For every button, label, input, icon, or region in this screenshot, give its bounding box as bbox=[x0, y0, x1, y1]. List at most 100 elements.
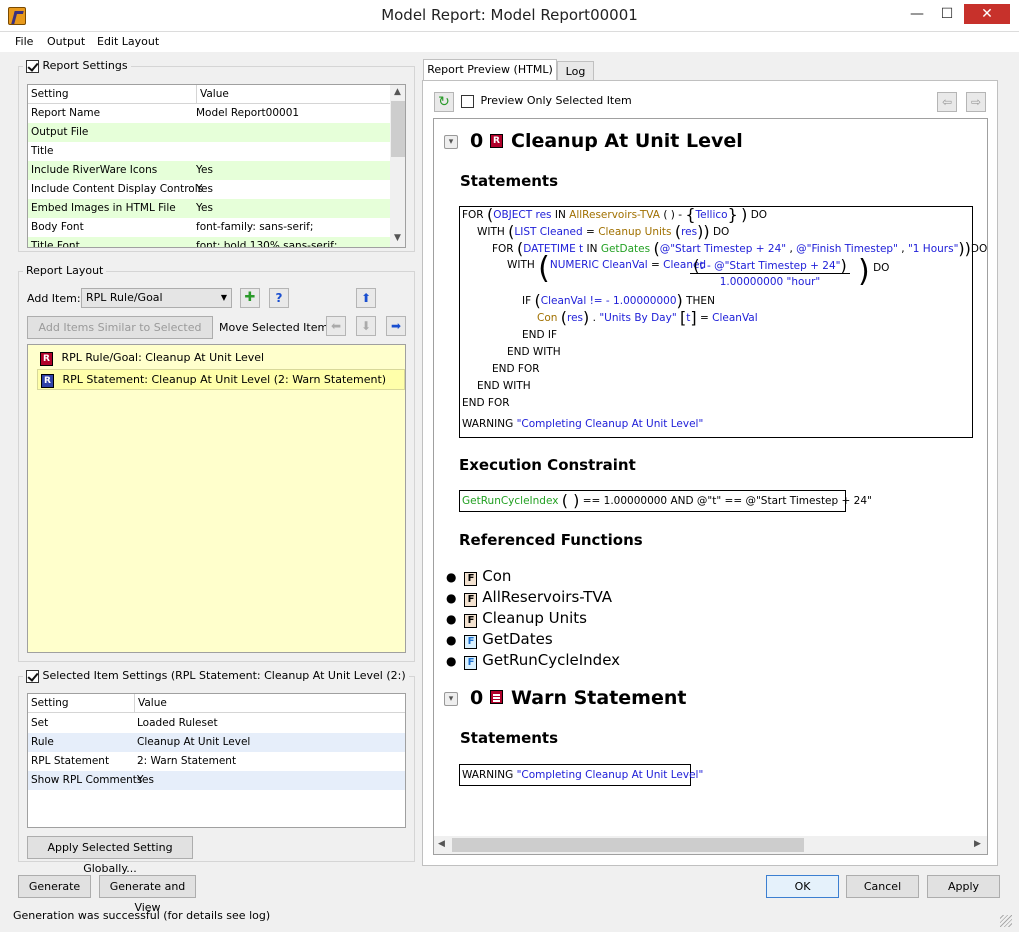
execution-constraint-heading: Execution Constraint bbox=[459, 456, 636, 474]
add-item-dropdown[interactable]: RPL Rule/Goal ▼ bbox=[81, 288, 232, 308]
cancel-button[interactable]: Cancel bbox=[846, 875, 919, 898]
setting-cell: Output File bbox=[31, 126, 89, 138]
statements-heading: Statements bbox=[460, 172, 559, 190]
value-cell: Yes bbox=[196, 202, 213, 214]
function-icon: F bbox=[464, 593, 478, 607]
report-settings-header: Report Settings bbox=[23, 59, 131, 73]
selected-item-settings-header: Selected Item Settings (RPL Statement: C… bbox=[23, 669, 409, 683]
generate-and-view-button[interactable]: Generate and View bbox=[99, 875, 196, 914]
refresh-button[interactable]: ↻ bbox=[434, 92, 454, 112]
table-row[interactable]: Rule Cleanup At Unit Level bbox=[28, 733, 405, 752]
report-settings-checkbox[interactable] bbox=[26, 59, 39, 73]
code-line: WARNING "Completing Cleanup At Unit Leve… bbox=[462, 418, 704, 430]
code-line: END IF bbox=[522, 329, 558, 341]
setting-cell: Body Font bbox=[31, 221, 84, 233]
preview-only-label: Preview Only Selected Item bbox=[480, 94, 632, 107]
column-header-setting[interactable]: Setting bbox=[31, 694, 69, 713]
apply-button[interactable]: Apply bbox=[927, 875, 1000, 898]
layout-item-statement[interactable]: R RPL Statement: Cleanup At Unit Level (… bbox=[37, 369, 405, 390]
code-line: FOR (OBJECT res IN AllReservoirs-TVA ( )… bbox=[462, 205, 768, 224]
table-row[interactable]: RPL Statement 2: Warn Statement bbox=[28, 752, 405, 771]
move-up-button[interactable]: ⬆ bbox=[356, 288, 376, 308]
statements-heading: Statements bbox=[460, 729, 559, 747]
tab-report-preview[interactable]: Report Preview (HTML) bbox=[423, 59, 557, 81]
setting-cell: Include RiverWare Icons bbox=[31, 164, 158, 176]
scroll-right-icon[interactable]: ▶ bbox=[974, 839, 981, 849]
layout-item-rule-goal[interactable]: R RPL Rule/Goal: Cleanup At Unit Level bbox=[40, 349, 264, 368]
close-button[interactable]: ✕ bbox=[964, 4, 1010, 24]
code-do: ) DO bbox=[858, 254, 890, 289]
move-down-button[interactable]: ⬇ bbox=[356, 316, 376, 336]
scroll-down-icon[interactable]: ▼ bbox=[394, 233, 401, 243]
column-header-value[interactable]: Value bbox=[196, 85, 229, 104]
function-list-item: ● F Con bbox=[446, 567, 512, 586]
scroll-thumb[interactable] bbox=[391, 101, 405, 157]
section-number: 0 bbox=[470, 687, 484, 709]
scroll-left-icon[interactable]: ◀ bbox=[438, 839, 445, 849]
column-header-value[interactable]: Value bbox=[134, 694, 167, 713]
selected-item-settings-checkbox[interactable] bbox=[26, 669, 39, 683]
collapse-icon[interactable]: ▾ bbox=[444, 692, 458, 706]
constraint-code-block: GetRunCycleIndex ( ) == 1.00000000 AND @… bbox=[459, 490, 872, 512]
table-row[interactable]: Embed Images in HTML File Yes bbox=[28, 199, 390, 218]
ok-button[interactable]: OK bbox=[766, 875, 839, 898]
function-list-item: ● F AllReservoirs-TVA bbox=[446, 588, 613, 607]
forward-button[interactable]: ⇨ bbox=[966, 92, 986, 112]
layout-item-list: R RPL Rule/Goal: Cleanup At Unit Level R… bbox=[27, 344, 406, 653]
rule-icon: R bbox=[40, 352, 53, 366]
function-name: Con bbox=[482, 567, 512, 585]
table-row[interactable]: Report Name Model Report00001 bbox=[28, 104, 390, 123]
column-header-setting[interactable]: Setting bbox=[31, 85, 69, 104]
tab-log[interactable]: Log bbox=[557, 61, 594, 81]
rule-icon: R bbox=[490, 133, 503, 148]
resize-grip-icon[interactable] bbox=[1000, 915, 1012, 927]
preview-only-checkbox[interactable] bbox=[461, 94, 474, 108]
table-row[interactable]: Title Font font: bold 130% sans-serif; bbox=[28, 237, 390, 247]
value-cell: Cleanup At Unit Level bbox=[137, 736, 251, 748]
apply-setting-globally-button[interactable]: Apply Selected Setting Globally... bbox=[27, 836, 193, 875]
scroll-thumb[interactable] bbox=[452, 838, 804, 852]
value-cell: Yes bbox=[196, 164, 213, 176]
value-cell: 2: Warn Statement bbox=[137, 755, 237, 767]
menu-output[interactable]: Output bbox=[47, 35, 85, 48]
function-icon: F bbox=[464, 572, 478, 586]
table-row[interactable]: Include Content Display Controls Yes bbox=[28, 180, 390, 199]
add-similar-items-button[interactable]: Add Items Similar to Selected Item ... bbox=[27, 316, 213, 355]
move-right-button[interactable]: ➡ bbox=[386, 316, 406, 336]
maximize-button[interactable]: ☐ bbox=[934, 4, 960, 24]
generate-button[interactable]: Generate bbox=[18, 875, 91, 898]
setting-cell: Embed Images in HTML File bbox=[31, 202, 176, 214]
section-title: Cleanup At Unit Level bbox=[511, 130, 743, 152]
add-item-button[interactable]: ✚ bbox=[240, 288, 260, 308]
code-line: WITH (LIST Cleaned = Cleanup Units (res)… bbox=[477, 222, 730, 241]
code-line: END FOR bbox=[492, 363, 540, 375]
scroll-up-icon[interactable]: ▲ bbox=[394, 87, 401, 97]
move-left-button[interactable]: ⬅ bbox=[326, 316, 346, 336]
setting-cell: Title bbox=[31, 145, 54, 157]
menu-edit-layout[interactable]: Edit Layout bbox=[97, 35, 159, 48]
preview-only-selected[interactable]: Preview Only Selected Item bbox=[461, 94, 632, 108]
table-row[interactable]: Title bbox=[28, 142, 390, 161]
table-row[interactable]: Body Font font-family: sans-serif; bbox=[28, 218, 390, 237]
table-row[interactable]: Set Loaded Ruleset bbox=[28, 714, 405, 733]
preview-horizontal-scrollbar[interactable]: ◀ ▶ bbox=[434, 836, 987, 854]
code-line: IF (CleanVal != - 1.00000000) THEN bbox=[522, 291, 715, 310]
selected-item-settings-label: Selected Item Settings (RPL Statement: C… bbox=[42, 669, 406, 682]
function-list-item: ● F GetDates bbox=[446, 630, 553, 649]
code-line: Con (res) . "Units By Day" [t] = CleanVa… bbox=[537, 308, 758, 327]
minimize-button[interactable]: — bbox=[904, 4, 930, 24]
table-row[interactable]: Output File bbox=[28, 123, 390, 142]
function-icon: F bbox=[464, 635, 478, 649]
code-line: END WITH bbox=[477, 380, 531, 392]
table-row[interactable]: Show RPL Comments Yes bbox=[28, 771, 405, 790]
table-row[interactable]: Include RiverWare Icons Yes bbox=[28, 161, 390, 180]
help-button[interactable]: ? bbox=[269, 288, 289, 308]
menu-file[interactable]: File bbox=[15, 35, 33, 48]
section-title: Warn Statement bbox=[511, 687, 687, 709]
function-icon: F bbox=[464, 614, 478, 628]
report-layout-label: Report Layout bbox=[23, 264, 107, 277]
settings-scrollbar[interactable]: ▲ ▼ bbox=[390, 85, 405, 247]
layout-item-label: RPL Statement: Cleanup At Unit Level (2:… bbox=[62, 373, 387, 386]
collapse-icon[interactable]: ▾ bbox=[444, 135, 458, 149]
back-button[interactable]: ⇦ bbox=[937, 92, 957, 112]
